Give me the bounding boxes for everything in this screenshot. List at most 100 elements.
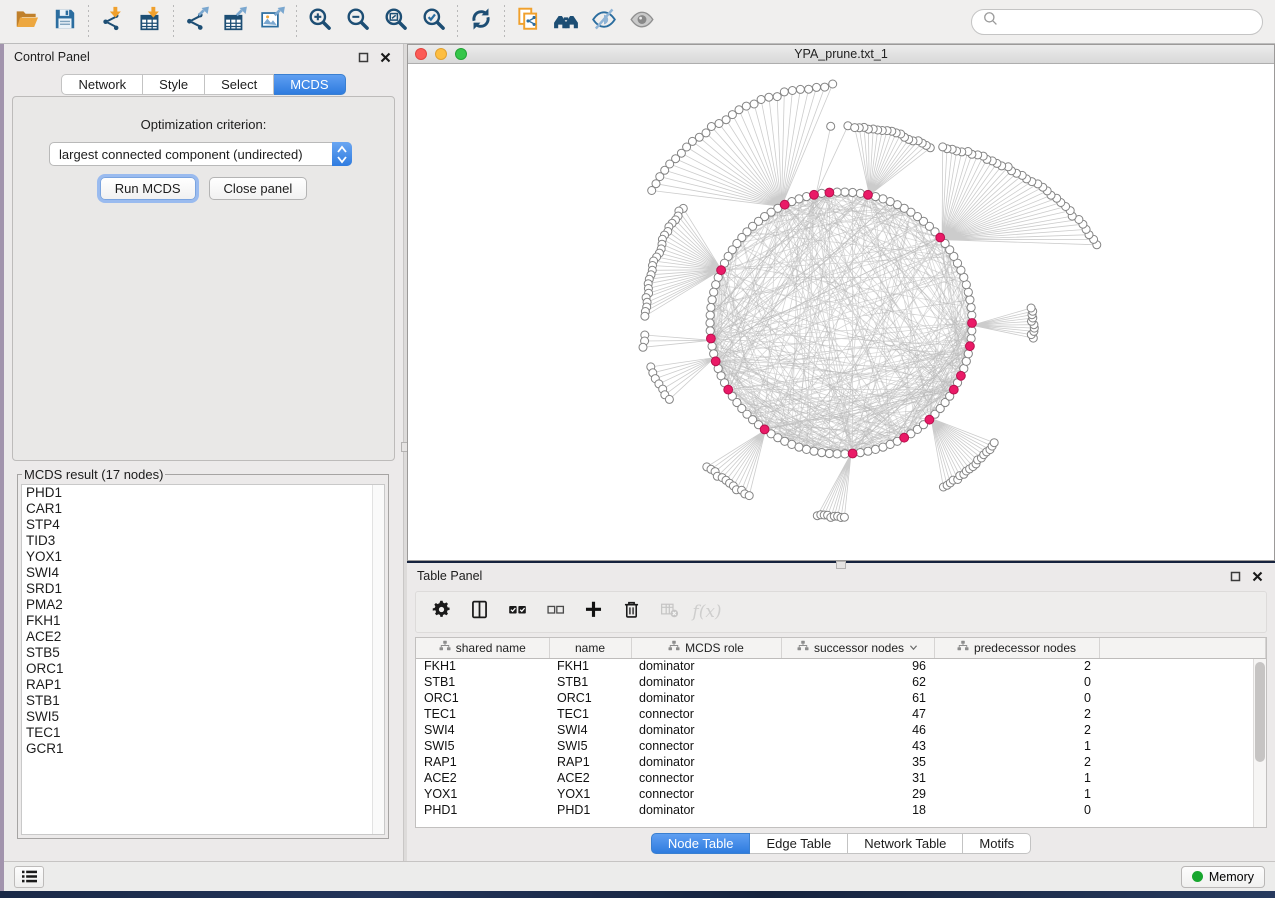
deselect-all-button[interactable] xyxy=(538,596,572,628)
mcds-result-item[interactable]: ORC1 xyxy=(22,661,384,677)
mcds-result-item[interactable]: GCR1 xyxy=(22,741,384,757)
refresh-view-button[interactable] xyxy=(462,4,500,40)
export-image-button[interactable] xyxy=(254,4,292,40)
tab-style[interactable]: Style xyxy=(143,74,205,95)
tab-edge-table[interactable]: Edge Table xyxy=(750,833,848,854)
zoom-in-button[interactable] xyxy=(301,4,339,40)
show-columns-button[interactable] xyxy=(462,596,496,628)
table-row[interactable]: ACE2ACE2connector311 xyxy=(416,770,1266,786)
open-file-button[interactable] xyxy=(8,4,46,40)
mcds-result-title: MCDS result (17 nodes) xyxy=(22,467,165,482)
column-header-predecessor_nodes[interactable]: predecessor nodes xyxy=(934,638,1099,658)
mcds-result-item[interactable]: STP4 xyxy=(22,517,384,533)
create-column-button[interactable] xyxy=(576,596,610,628)
tab-mcds[interactable]: MCDS xyxy=(274,74,345,95)
clone-network-button[interactable] xyxy=(509,4,547,40)
column-header-shared_name[interactable]: shared name xyxy=(416,638,549,658)
desktop-wallpaper xyxy=(0,891,1275,898)
hide-graphics-details-button[interactable] xyxy=(585,4,623,40)
zoom-selected-region-button[interactable] xyxy=(415,4,453,40)
table-row[interactable]: ORC1ORC1dominator610 xyxy=(416,690,1266,706)
cell-shared_name: ACE2 xyxy=(416,770,549,786)
cell-successor_nodes: 18 xyxy=(781,802,934,818)
import-table-icon xyxy=(137,6,163,37)
create-column-icon xyxy=(583,599,604,625)
delete-columns-button[interactable] xyxy=(614,596,648,628)
mcds-result-item[interactable]: RAP1 xyxy=(22,677,384,693)
function-builder-button: f(x) xyxy=(690,596,724,628)
table-row[interactable]: STB1STB1dominator620 xyxy=(416,674,1266,690)
table-row[interactable]: PHD1PHD1dominator180 xyxy=(416,802,1266,818)
float-panel-button[interactable] xyxy=(355,49,371,65)
close-table-panel-icon[interactable] xyxy=(1249,568,1265,584)
mcds-result-item[interactable]: PMA2 xyxy=(22,597,384,613)
run-mcds-button[interactable]: Run MCDS xyxy=(100,177,196,200)
table-options-gear-button[interactable] xyxy=(424,596,458,628)
zoom-out-button[interactable] xyxy=(339,4,377,40)
mcds-list-scrollbar[interactable] xyxy=(372,485,384,834)
float-table-panel-button[interactable] xyxy=(1227,568,1243,584)
select-all-button[interactable] xyxy=(500,596,534,628)
mcds-result-item[interactable]: SWI5 xyxy=(22,709,384,725)
search-box[interactable] xyxy=(971,9,1263,35)
shared-column-icon xyxy=(957,640,969,655)
tab-network-table[interactable]: Network Table xyxy=(848,833,963,854)
table-row[interactable]: RAP1RAP1dominator352 xyxy=(416,754,1266,770)
mcds-result-item[interactable]: FKH1 xyxy=(22,613,384,629)
mcds-result-item[interactable]: STB1 xyxy=(22,693,384,709)
mcds-result-item[interactable]: ACE2 xyxy=(22,629,384,645)
table-scrollbar[interactable] xyxy=(1253,659,1266,827)
close-panel-button[interactable]: Close panel xyxy=(209,177,308,200)
search-input[interactable] xyxy=(1001,12,1262,32)
node-table[interactable]: shared namenameMCDS rolesuccessor nodesp… xyxy=(415,637,1267,828)
cell-predecessor_nodes: 1 xyxy=(934,738,1099,754)
mcds-result-item[interactable]: YOX1 xyxy=(22,549,384,565)
tab-node-table[interactable]: Node Table xyxy=(651,833,751,854)
save-session-button[interactable] xyxy=(46,4,84,40)
show-graphics-details-button[interactable] xyxy=(623,4,661,40)
hide-graphics-details-icon xyxy=(591,6,617,37)
mcds-result-item[interactable]: STB5 xyxy=(22,645,384,661)
table-row[interactable]: YOX1YOX1connector291 xyxy=(416,786,1266,802)
network-window-titlebar[interactable]: YPA_prune.txt_1 xyxy=(408,45,1274,64)
zoom-fit-content-button[interactable] xyxy=(377,4,415,40)
table-scrollbar-thumb[interactable] xyxy=(1255,662,1265,762)
mcds-result-list[interactable]: PHD1CAR1STP4TID3YOX1SWI4SRD1PMA2FKH1ACE2… xyxy=(21,484,385,835)
task-history-button[interactable] xyxy=(14,866,44,888)
mcds-result-item[interactable]: TID3 xyxy=(22,533,384,549)
table-row[interactable]: FKH1FKH1dominator962 xyxy=(416,658,1266,674)
import-table-button[interactable] xyxy=(131,4,169,40)
memory-button[interactable]: Memory xyxy=(1181,866,1265,888)
table-row[interactable]: SWI5SWI5connector431 xyxy=(416,738,1266,754)
criterion-dropdown[interactable]: largest connected component (undirected) xyxy=(49,142,352,166)
show-graphics-details-icon xyxy=(629,6,655,37)
cell-predecessor_nodes: 2 xyxy=(934,658,1099,674)
column-header-mcds_role[interactable]: MCDS role xyxy=(631,638,781,658)
table-row[interactable]: SWI4SWI4dominator462 xyxy=(416,722,1266,738)
horizontal-splitter-grip[interactable] xyxy=(836,561,846,569)
cell-mcds_role: connector xyxy=(631,738,781,754)
column-menu-icon xyxy=(909,644,918,651)
mcds-result-item[interactable]: PHD1 xyxy=(22,485,384,501)
binoculars-button[interactable] xyxy=(547,4,585,40)
network-canvas[interactable] xyxy=(408,64,1274,560)
cell-predecessor_nodes: 2 xyxy=(934,722,1099,738)
mcds-result-item[interactable]: TEC1 xyxy=(22,725,384,741)
cell-successor_nodes: 96 xyxy=(781,658,934,674)
export-network-button[interactable] xyxy=(178,4,216,40)
mcds-result-item[interactable]: SRD1 xyxy=(22,581,384,597)
network-window-title: YPA_prune.txt_1 xyxy=(408,47,1274,61)
open-file-icon xyxy=(14,6,40,37)
import-network-button[interactable] xyxy=(93,4,131,40)
close-panel-icon[interactable] xyxy=(377,49,393,65)
cell-successor_nodes: 29 xyxy=(781,786,934,802)
tab-select[interactable]: Select xyxy=(205,74,274,95)
mcds-result-item[interactable]: CAR1 xyxy=(22,501,384,517)
column-header-successor_nodes[interactable]: successor nodes xyxy=(781,638,934,658)
column-header-name[interactable]: name xyxy=(549,638,631,658)
tab-network[interactable]: Network xyxy=(61,74,143,95)
table-row[interactable]: TEC1TEC1connector472 xyxy=(416,706,1266,722)
mcds-result-item[interactable]: SWI4 xyxy=(22,565,384,581)
tab-motifs[interactable]: Motifs xyxy=(963,833,1031,854)
export-table-button[interactable] xyxy=(216,4,254,40)
